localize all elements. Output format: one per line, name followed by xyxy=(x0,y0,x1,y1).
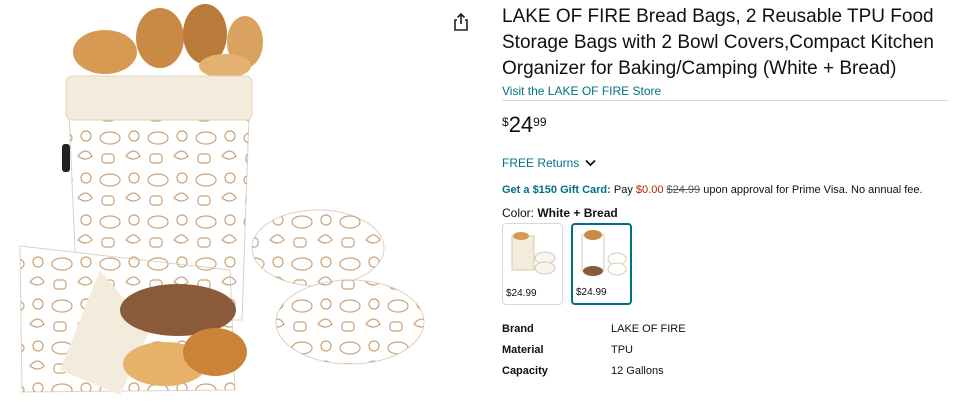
store-link[interactable]: Visit the LAKE OF FIRE Store xyxy=(502,84,950,98)
spec-row: Brand LAKE OF FIRE xyxy=(502,318,950,339)
product-main-image[interactable] xyxy=(0,0,440,404)
spec-value: TPU xyxy=(611,343,633,356)
swatch-thumbnail xyxy=(581,230,627,276)
color-value: White + Bread xyxy=(537,206,618,220)
price-whole: 24 xyxy=(508,112,534,137)
gift-rest-text: upon approval for Prime Visa. No annual … xyxy=(703,184,923,196)
color-label: Color: xyxy=(502,206,535,220)
spec-table: Brand LAKE OF FIRE Material TPU Capacity… xyxy=(502,318,950,381)
swatch-option-1[interactable]: $24.99 xyxy=(502,223,563,305)
color-selector: Color: White + Bread xyxy=(502,206,950,220)
gift-card-headline[interactable]: Get a $150 Gift Card: xyxy=(502,184,611,196)
spec-key: Capacity xyxy=(502,364,548,377)
spec-row: Material TPU xyxy=(502,339,950,360)
spec-row: Capacity 12 Gallons xyxy=(502,360,950,381)
free-returns-label: FREE Returns xyxy=(502,156,580,170)
share-icon[interactable] xyxy=(451,12,471,32)
product-details: LAKE OF FIRE Bread Bags, 2 Reusable TPU … xyxy=(502,0,950,381)
chevron-down-icon xyxy=(585,159,596,167)
swatch-thumbnail xyxy=(511,232,556,275)
price: $ 24 99 xyxy=(502,112,950,142)
gift-old-price: $24.99 xyxy=(666,184,701,196)
spec-value: 12 Gallons xyxy=(611,364,664,377)
divider xyxy=(502,100,948,101)
color-swatches: $24.99 $24.99 xyxy=(502,223,950,305)
gift-card-offer: Get a $150 Gift Card: Pay $0.00 $24.99 u… xyxy=(502,184,950,196)
gift-new-price: $0.00 xyxy=(635,184,664,196)
gift-pay-text: Pay xyxy=(613,184,633,196)
price-symbol: $ xyxy=(502,115,509,129)
swatch-option-2[interactable]: $24.99 xyxy=(571,223,632,305)
product-title: LAKE OF FIRE Bread Bags, 2 Reusable TPU … xyxy=(502,6,934,79)
swatch-price: $24.99 xyxy=(506,288,537,299)
free-returns-link[interactable]: FREE Returns xyxy=(502,156,950,170)
swatch-price: $24.99 xyxy=(576,287,607,298)
spec-key: Material xyxy=(502,343,544,356)
spec-value: LAKE OF FIRE xyxy=(611,322,686,335)
spec-key: Brand xyxy=(502,322,534,335)
price-fraction: 99 xyxy=(533,115,547,129)
